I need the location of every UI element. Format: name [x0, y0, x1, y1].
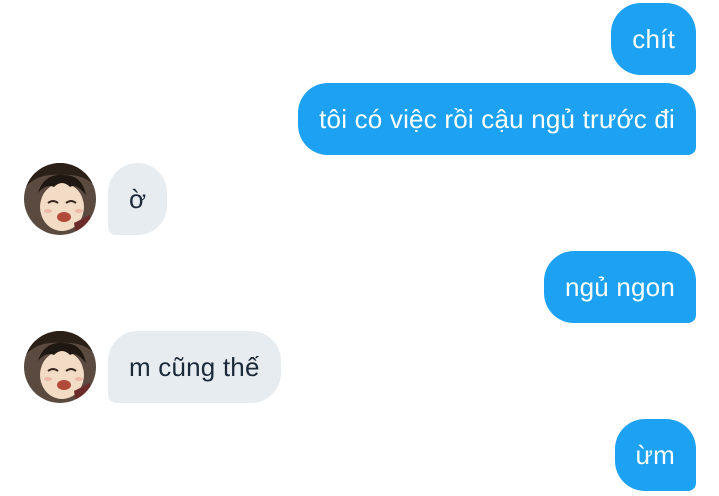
sent-message-bubble[interactable]: chít — [611, 3, 696, 75]
sent-message-bubble[interactable]: ngủ ngon — [543, 251, 696, 323]
sent-message-bubble[interactable]: tôi có việc rồi cậu ngủ trước đi — [298, 83, 696, 155]
anime-boy-avatar-icon — [24, 163, 96, 235]
received-message-bubble[interactable]: m cũng thế — [108, 331, 281, 403]
message-thread: chít tôi có việc rồi cậu ngủ trước đi ờ … — [0, 0, 719, 496]
anime-boy-avatar-icon — [24, 331, 96, 403]
sender-avatar[interactable] — [24, 163, 96, 235]
received-message-bubble[interactable]: ờ — [108, 163, 168, 235]
sender-avatar[interactable] — [24, 331, 96, 403]
sent-message-bubble[interactable]: ừm — [614, 419, 696, 491]
